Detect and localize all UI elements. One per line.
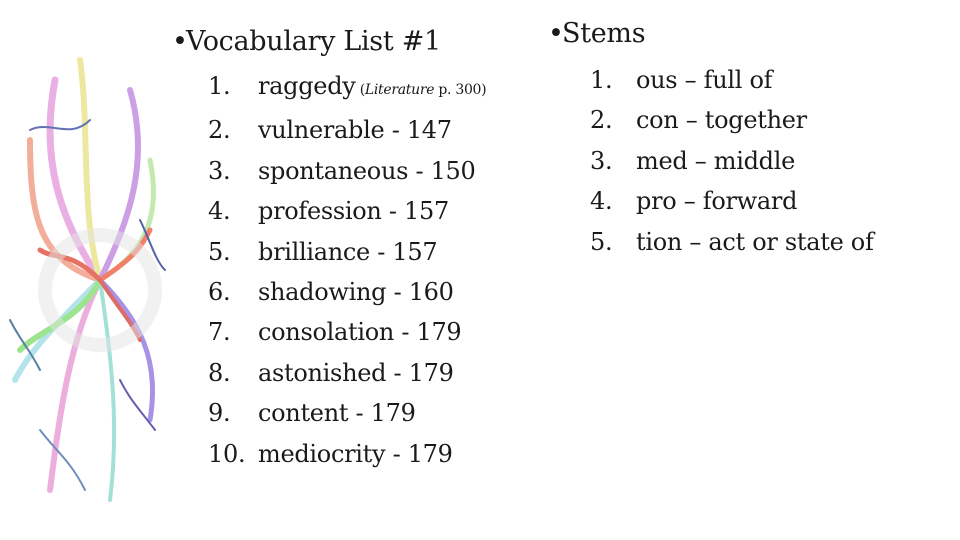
vocabulary-item: 1. raggedy (Literature p. 300) [208,72,487,100]
stems-list: 1. ous – full of 2. con – together 3. med –… [590,60,874,262]
stems-section: •Stems 1. ous – full of 2. con – together … [548,14,874,262]
vocabulary-item: 4. profession - 157 [208,197,449,226]
stem-item: 4. pro – forward [590,187,798,216]
stem-item: 1. ous – full of [590,66,773,94]
vocabulary-item: 10. mediocrity - 179 [208,439,453,468]
vocabulary-item: 9. content - 179 [208,399,416,428]
vocabulary-item: 3. spontaneous - 150 [208,156,476,185]
vocabulary-item: 7. consolation - 179 [208,318,462,347]
stems-heading: •Stems [548,14,874,54]
vocabulary-list: 1. raggedy (Literature p. 300) 2. vulnera… [208,66,487,474]
stem-item: 3. med – middle [590,146,796,175]
vocabulary-item: 2. vulnerable - 147 [208,116,452,145]
vocabulary-item: 8. astonished - 179 [208,358,454,387]
vocabulary-list-section: •Vocabulary List #1 1. raggedy (Literatu… [172,22,487,474]
stem-item: 5. tion – act or state of [590,227,874,256]
page-reference-note: (Literature p. 300) [355,82,487,98]
bullet-icon: • [172,26,188,57]
stem-item: 2. con – together [590,106,807,135]
vocabulary-item: 5. brilliance - 157 [208,237,438,266]
vocabulary-heading: •Vocabulary List #1 [172,22,486,62]
decorative-swirl-artwork [9,57,166,502]
vocabulary-item: 6. shadowing - 160 [208,278,454,307]
bullet-icon: • [548,18,564,49]
